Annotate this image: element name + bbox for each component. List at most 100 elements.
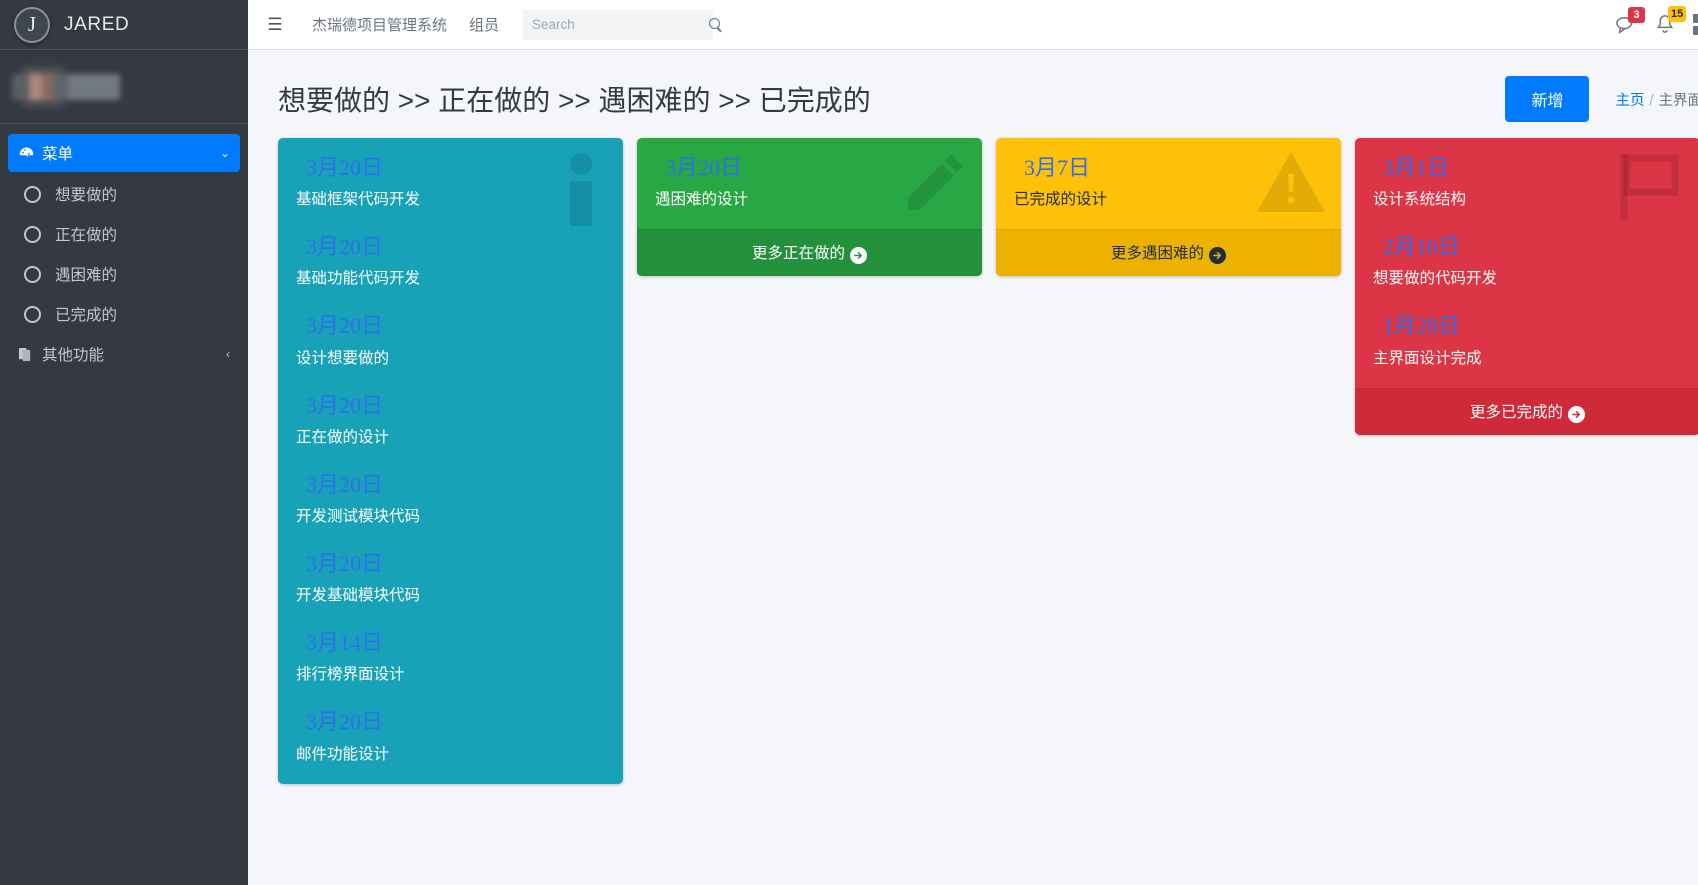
entry-date: 3月20日 <box>306 550 384 576</box>
page-title: 想要做的 >> 正在做的 >> 遇困难的 >> 已完成的 <box>278 85 871 116</box>
card-entry[interactable]: 3月20日 基础功能代码开发 <box>296 234 605 288</box>
entry-text: 排行榜界面设计 <box>296 666 405 684</box>
sidebar: J JARED 菜单 ⌄ 想要做的 正在做的 遇困难的 已完成的 其他功能 ‹ <box>0 0 248 885</box>
sidebar-item-menu[interactable]: 菜单 ⌄ <box>8 134 240 172</box>
card-entry[interactable]: 3月20日 开发基础模块代码 <box>296 550 605 605</box>
search-icon[interactable] <box>709 17 723 32</box>
arrow-right-icon <box>850 247 867 265</box>
entry-date: 3月20日 <box>306 709 384 735</box>
search-box[interactable] <box>523 9 721 40</box>
topbar-link-members[interactable]: 组员 <box>469 14 499 35</box>
dashboard-icon <box>18 145 42 162</box>
messages-button[interactable]: 3 <box>1615 6 1645 35</box>
notifications-badge: 15 <box>1668 6 1687 22</box>
circle-icon <box>24 265 41 283</box>
card-entries: 3月20日 遇困难的设计 <box>637 138 982 229</box>
sidebar-nav: 菜单 ⌄ 想要做的 正在做的 遇困难的 已完成的 其他功能 ‹ <box>0 124 248 885</box>
entry-text: 邮件功能设计 <box>296 745 390 763</box>
entry-text: 开发基础模块代码 <box>296 587 421 605</box>
arrow-right-icon <box>1568 405 1585 423</box>
card-entry[interactable]: 3月20日 遇困难的设计 <box>655 155 964 209</box>
entry-date: 3月20日 <box>306 392 384 418</box>
entry-text: 设计系统结构 <box>1373 191 1467 209</box>
entry-text: 主界面设计完成 <box>1373 349 1482 367</box>
card-entry[interactable]: 2月16日 想要做的代码开发 <box>1373 234 1682 288</box>
sidebar-item-other-label: 其他功能 <box>42 347 105 364</box>
entry-date: 3月20日 <box>665 155 743 180</box>
brand-title: JARED <box>64 13 130 35</box>
breadcrumb-separator: / <box>1649 92 1654 109</box>
topbar-link-system[interactable]: 杰瑞德项目管理系统 <box>312 14 447 35</box>
sidebar-item-want-to-do[interactable]: 想要做的 <box>8 174 240 214</box>
card-more-label: 更多已完成的 <box>1469 403 1563 421</box>
sidebar-item-completed-label: 已完成的 <box>55 307 118 324</box>
card-completed[interactable]: 3月1日 设计系统结构 2月16日 想要做的代码开发 1月28日 主界面设计完成… <box>1355 138 1698 435</box>
content-header: 想要做的 >> 正在做的 >> 遇困难的 >> 已完成的 新增 主页 / 主界面 <box>248 50 1698 138</box>
entry-date: 1月28日 <box>1383 313 1461 339</box>
search-input[interactable] <box>532 17 710 32</box>
topbar: ☰ 杰瑞德项目管理系统 组员 3 <box>248 0 1698 50</box>
entry-date: 3月20日 <box>306 471 384 497</box>
arrow-right-icon <box>1209 247 1226 265</box>
entry-text: 正在做的设计 <box>296 428 390 446</box>
entry-date: 3月20日 <box>306 234 384 260</box>
card-blocked[interactable]: 3月7日 已完成的设计 更多遇困难的 <box>996 138 1341 277</box>
card-in-progress[interactable]: 3月20日 遇困难的设计 更多正在做的 <box>637 138 982 277</box>
entry-text: 遇困难的设计 <box>655 191 749 209</box>
sidebar-item-other-functions[interactable]: 其他功能 ‹ <box>8 334 240 374</box>
card-entry[interactable]: 3月20日 邮件功能设计 <box>296 710 605 763</box>
sidebar-item-completed[interactable]: 已完成的 <box>8 294 240 334</box>
entry-date: 3月14日 <box>306 630 384 656</box>
entry-text: 开发测试模块代码 <box>296 507 421 525</box>
card-entries: 3月7日 已完成的设计 <box>996 138 1341 229</box>
chevron-down-icon: ⌄ <box>219 146 230 160</box>
card-entry[interactable]: 3月1日 设计系统结构 <box>1373 155 1682 209</box>
app-root: J JARED 菜单 ⌄ 想要做的 正在做的 遇困难的 已完成的 其他功能 ‹ … <box>0 0 1698 885</box>
breadcrumb: 主页 / 主界面 <box>1615 89 1698 110</box>
notifications-button[interactable]: 15 <box>1655 6 1687 35</box>
sidebar-item-want-to-do-label: 想要做的 <box>55 187 118 204</box>
entry-date: 3月1日 <box>1383 155 1450 180</box>
chevron-left-icon: ‹ <box>226 347 230 361</box>
breadcrumb-home[interactable]: 主页 <box>1615 93 1644 109</box>
entry-date: 2月16日 <box>1383 234 1461 260</box>
circle-icon <box>24 185 41 203</box>
entry-date: 3月20日 <box>306 313 384 339</box>
topbar-actions: 3 15 <box>1615 6 1698 35</box>
entry-text: 设计想要做的 <box>296 349 390 367</box>
entry-text: 基础框架代码开发 <box>296 191 421 209</box>
entry-text: 基础功能代码开发 <box>296 270 421 288</box>
card-entries: 3月20日 基础框架代码开发 3月20日 基础功能代码开发 3月20日 设计想要… <box>278 138 623 784</box>
card-entry[interactable]: 3月20日 正在做的设计 <box>296 392 605 447</box>
sidebar-item-blocked-label: 遇困难的 <box>55 267 118 284</box>
card-more-link[interactable]: 更多遇困难的 <box>996 229 1341 277</box>
card-more-label: 更多遇困难的 <box>1110 245 1204 263</box>
card-more-link[interactable]: 更多已完成的 <box>1355 387 1698 435</box>
grid-icon <box>1693 14 1698 35</box>
user-avatar-redacted <box>12 63 162 111</box>
entry-date: 3月7日 <box>1024 155 1091 180</box>
entry-date: 3月20日 <box>306 155 384 180</box>
sidebar-item-in-progress[interactable]: 正在做的 <box>8 214 240 254</box>
card-entry[interactable]: 3月20日 设计想要做的 <box>296 314 605 367</box>
card-entry[interactable]: 3月20日 基础框架代码开发 <box>296 155 605 209</box>
card-entry[interactable]: 3月14日 排行榜界面设计 <box>296 630 605 684</box>
apps-grid-button[interactable] <box>1693 14 1698 35</box>
card-entry[interactable]: 3月20日 开发测试模块代码 <box>296 471 605 526</box>
sidebar-item-menu-label: 菜单 <box>42 146 74 163</box>
card-want-to-do[interactable]: 3月20日 基础框架代码开发 3月20日 基础功能代码开发 3月20日 设计想要… <box>278 138 623 784</box>
entry-text: 想要做的代码开发 <box>1373 270 1498 288</box>
sidebar-item-blocked[interactable]: 遇困难的 <box>8 254 240 294</box>
brand-header[interactable]: J JARED <box>0 0 248 50</box>
add-button[interactable]: 新增 <box>1505 76 1590 122</box>
breadcrumb-current: 主界面 <box>1658 92 1698 109</box>
main-area: ☰ 杰瑞德项目管理系统 组员 3 <box>248 0 1698 885</box>
card-entry[interactable]: 3月7日 已完成的设计 <box>1014 155 1323 209</box>
card-more-link[interactable]: 更多正在做的 <box>637 229 982 277</box>
hamburger-menu-icon[interactable]: ☰ <box>260 10 290 40</box>
circle-icon <box>24 225 41 243</box>
card-entry[interactable]: 1月28日 主界面设计完成 <box>1373 314 1682 367</box>
card-more-label: 更多正在做的 <box>751 245 845 263</box>
brand-logo: J <box>14 6 50 43</box>
user-panel[interactable] <box>0 50 248 124</box>
